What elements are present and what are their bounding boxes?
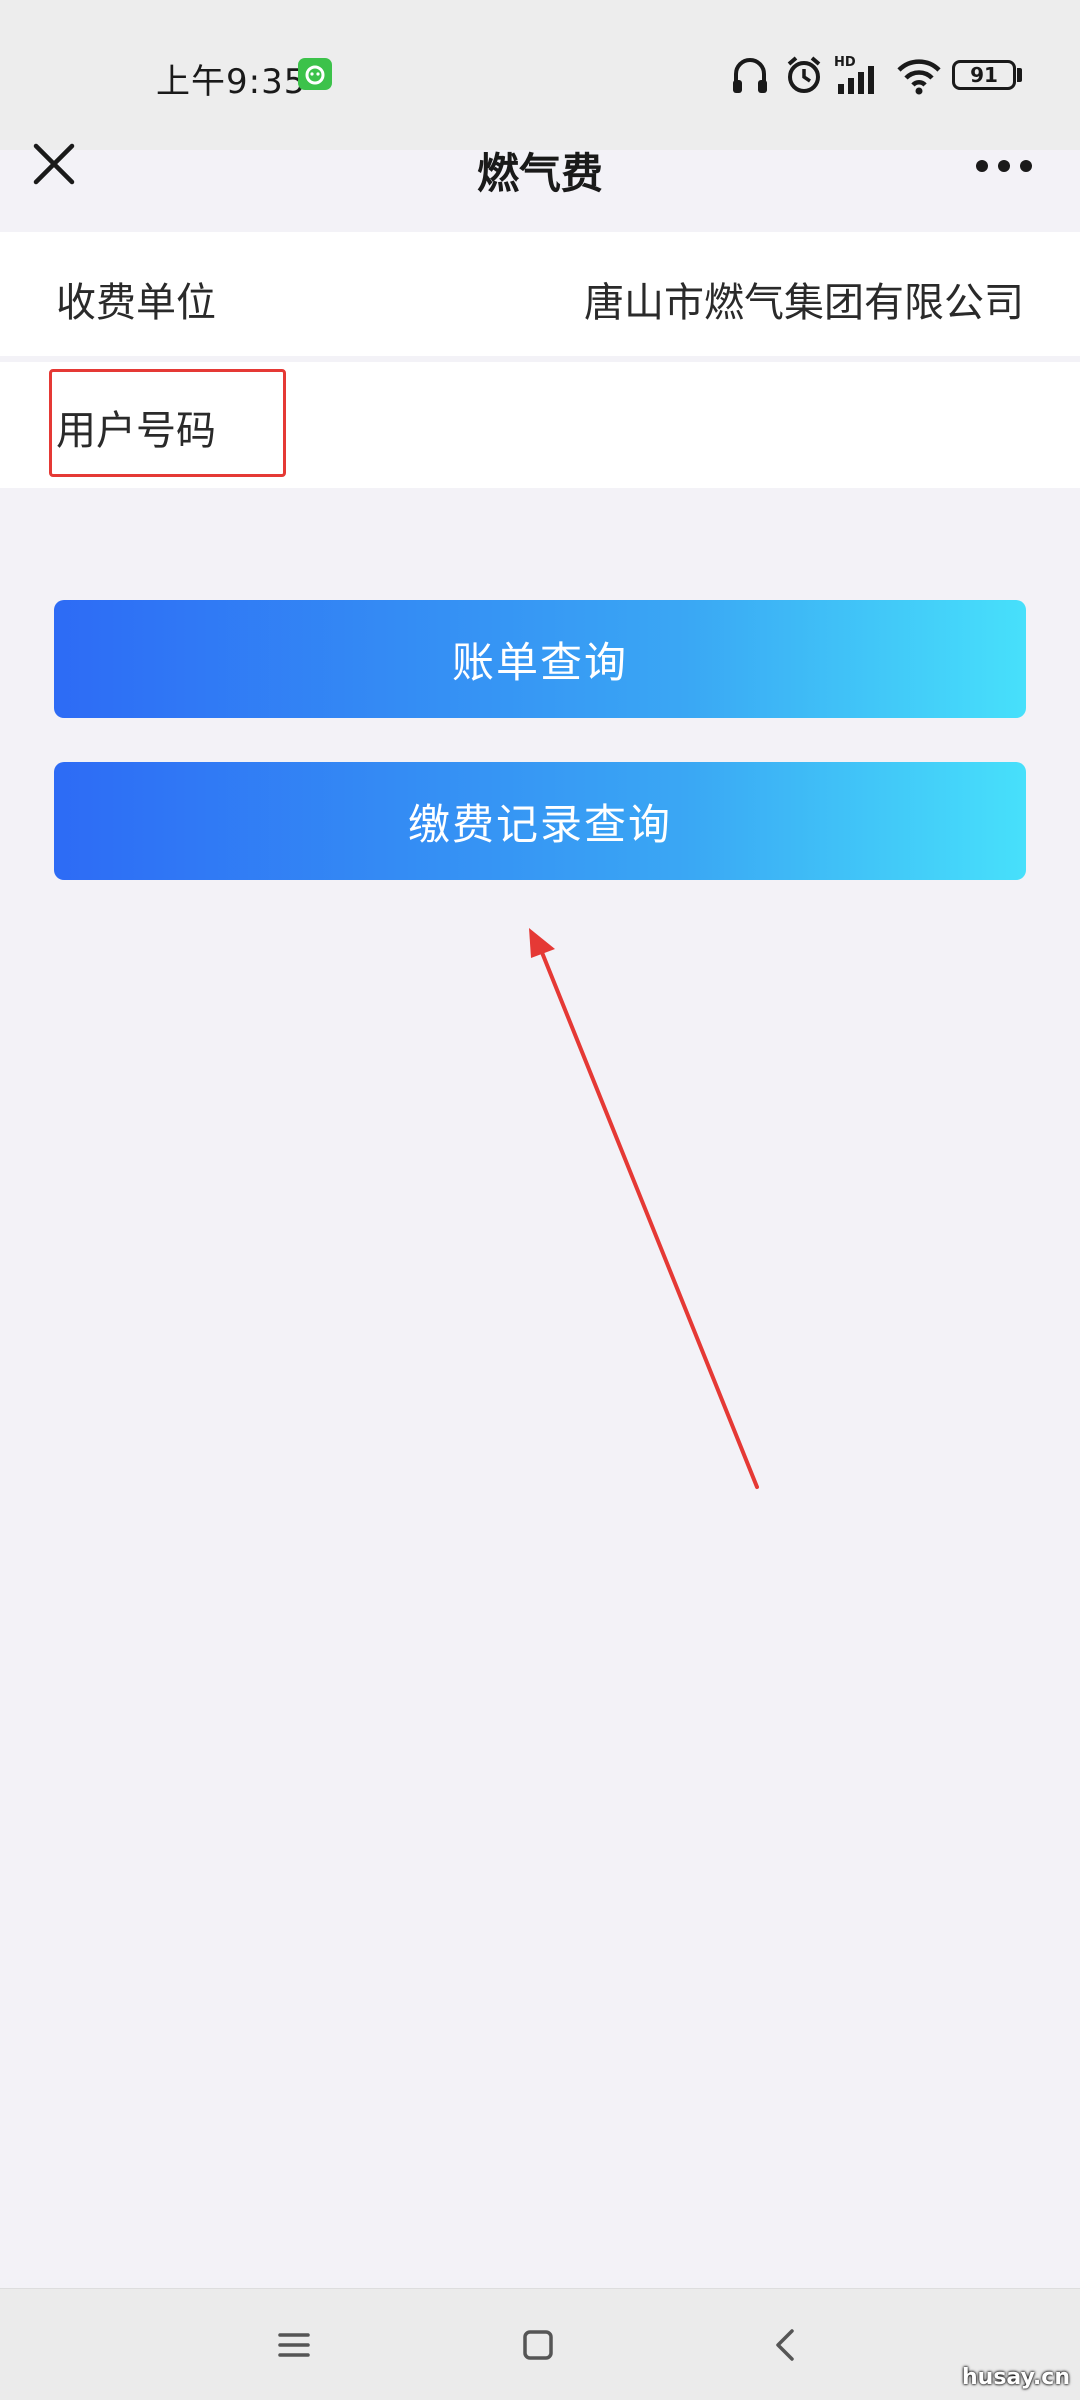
- payee-row: 收费单位 唐山市燃气集团有限公司: [0, 232, 1080, 356]
- payment-record-query-button[interactable]: 缴费记录查询: [54, 762, 1026, 880]
- account-label: 用户号码: [56, 408, 216, 454]
- account-number-input[interactable]: [300, 382, 1024, 468]
- more-icon[interactable]: [972, 146, 1036, 186]
- alarm-icon: [787, 56, 821, 93]
- menu-icon[interactable]: [264, 2315, 324, 2375]
- payee-value: 唐山市燃气集团有限公司: [584, 280, 1024, 326]
- watermark: husay.cn: [962, 2365, 1070, 2390]
- battery-icon: 91: [952, 60, 1016, 90]
- battery-tip: [1017, 68, 1022, 82]
- status-bar: 上午9:35 HD 91: [0, 0, 1080, 150]
- status-time: 上午9:35: [156, 62, 307, 102]
- headphones-icon: [733, 58, 767, 93]
- home-icon[interactable]: [508, 2315, 568, 2375]
- payee-label: 收费单位: [56, 280, 216, 326]
- wifi-icon: [897, 59, 941, 95]
- svg-text:HD: HD: [834, 55, 856, 70]
- app-notification-icon: [298, 58, 332, 90]
- account-row[interactable]: 用户号码: [0, 362, 1080, 488]
- system-nav-bar: [0, 2288, 1080, 2400]
- back-icon[interactable]: [756, 2315, 816, 2375]
- close-icon[interactable]: [26, 136, 82, 192]
- bill-query-button[interactable]: 账单查询: [54, 600, 1026, 718]
- hd-signal-icon: HD: [834, 55, 874, 94]
